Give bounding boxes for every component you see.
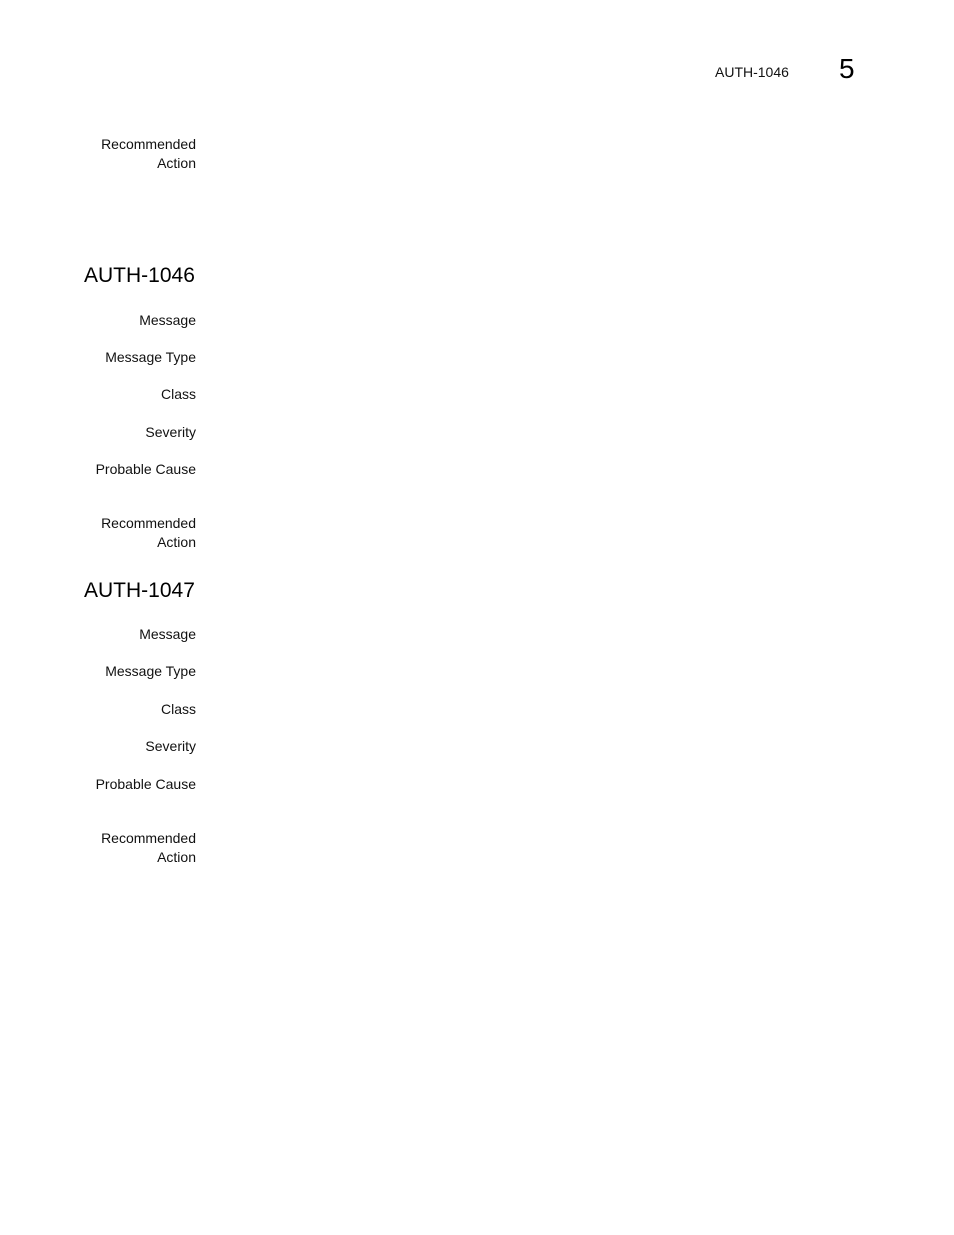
- label-line: Recommended: [101, 830, 196, 846]
- class-label: Class: [160, 386, 196, 402]
- label-line: Action: [157, 155, 196, 171]
- class-label: Class: [160, 701, 196, 717]
- label-line: Action: [157, 849, 196, 865]
- section-title: AUTH-1046: [84, 264, 195, 287]
- probable-cause-label: Probable Cause: [95, 461, 196, 477]
- message-type-label: Message Type: [105, 349, 196, 365]
- probable-cause-label: Probable Cause: [95, 776, 196, 792]
- severity-label: Severity: [145, 738, 196, 754]
- chapter-number: 5: [839, 53, 855, 84]
- label-line: Recommended: [101, 136, 196, 152]
- message-label: Message: [139, 626, 196, 642]
- message-type-label: Message Type: [105, 663, 196, 679]
- recommended-action-label: Recommended Action: [0, 514, 196, 552]
- section-title: AUTH-1047: [84, 579, 195, 602]
- recommended-action-label: Recommended Action: [0, 829, 196, 867]
- severity-label: Severity: [145, 424, 196, 440]
- running-title: AUTH-1046: [715, 64, 789, 80]
- recommended-action-label: Recommended Action: [0, 135, 196, 173]
- label-line: Action: [157, 534, 196, 550]
- message-label: Message: [139, 312, 196, 328]
- label-line: Recommended: [101, 515, 196, 531]
